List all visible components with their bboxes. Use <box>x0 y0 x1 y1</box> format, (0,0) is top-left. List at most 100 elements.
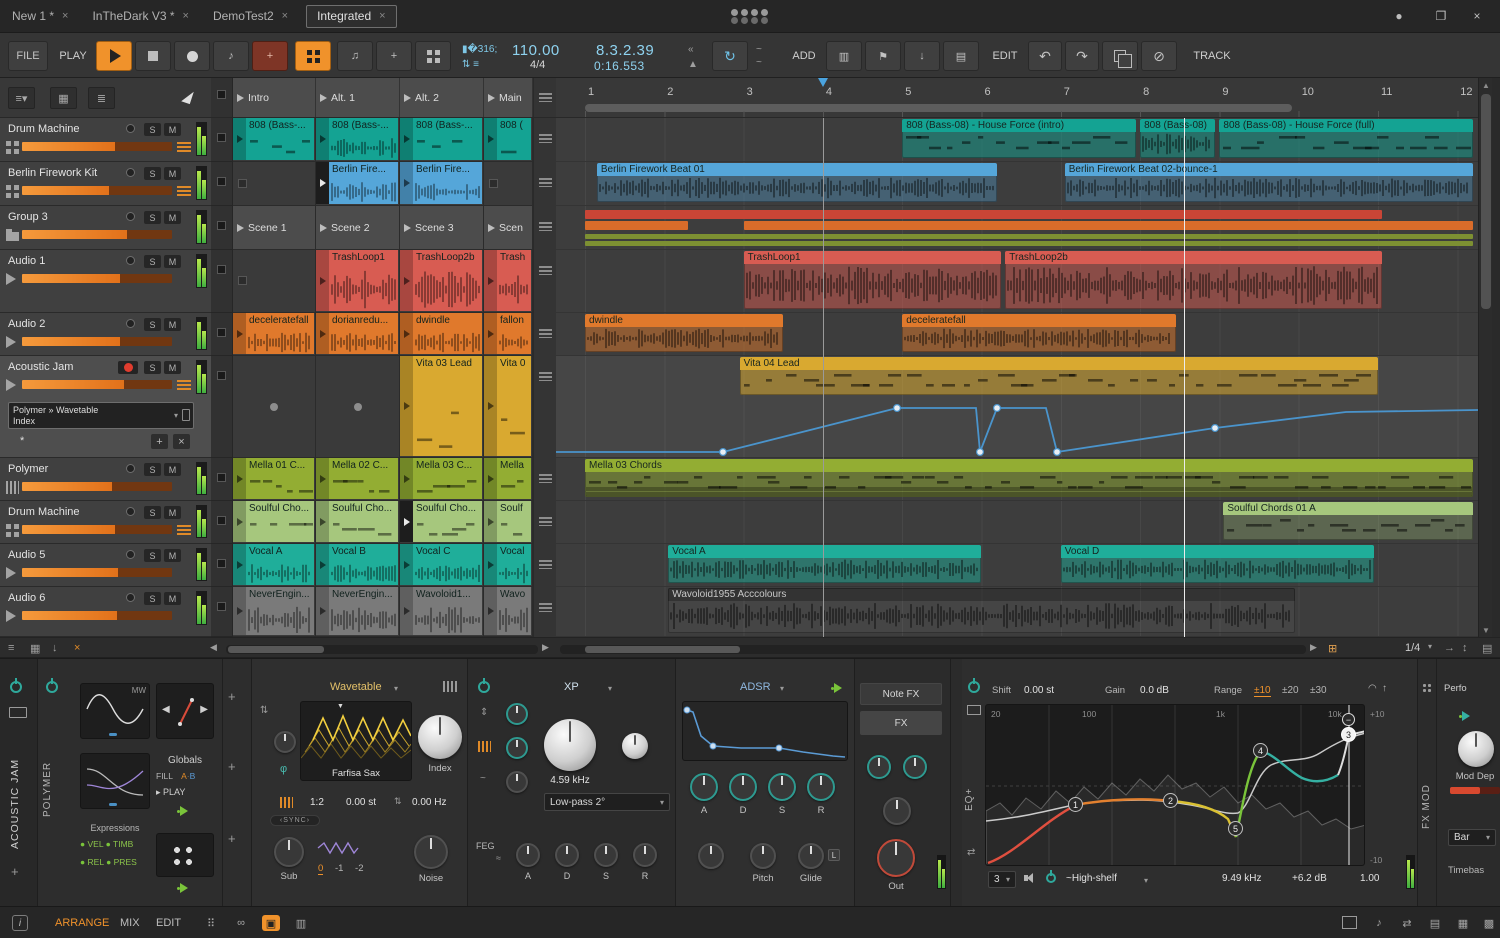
project-tab[interactable]: New 1 * × <box>0 0 80 33</box>
mute-button[interactable]: M <box>164 506 181 519</box>
arranger-timeline[interactable]: 808 (Bass-08) - House Force (intro) 808 (… <box>556 118 1478 637</box>
wt-mod-bars-icon[interactable] <box>280 797 293 808</box>
arranger-clip[interactable]: Soulful Chords 01 A <box>1223 502 1474 540</box>
arranger-clip[interactable]: Berlin Firework Beat 01 <box>596 163 998 202</box>
range-20[interactable]: ±20 <box>1282 685 1299 696</box>
launcher-clip[interactable]: Soulf <box>484 501 531 542</box>
tab-close-icon[interactable]: × <box>183 10 189 22</box>
volume-slider[interactable] <box>22 380 172 389</box>
feg-curve-icon[interactable]: ≈ <box>496 853 501 863</box>
clip-play-strip[interactable] <box>316 118 329 160</box>
clip-slot[interactable]: Berlin Fire... <box>316 162 400 206</box>
close-small-icon[interactable]: × <box>74 642 80 654</box>
arranger-clip[interactable]: deceleratefall <box>902 314 1176 352</box>
add-device-icon[interactable]: + <box>11 864 19 879</box>
eq-band-type[interactable]: ~High-shelf <box>1066 873 1117 884</box>
clip-slot[interactable]: 808 (Bass-... <box>400 118 484 162</box>
arranger-scroll-right-icon[interactable]: ▶ <box>1310 642 1317 653</box>
shift-value[interactable]: 0.00 st <box>1024 685 1054 696</box>
eq-bell-icon[interactable]: ◠ <box>1368 683 1377 694</box>
clip-play-strip[interactable] <box>233 118 246 160</box>
env-display[interactable] <box>682 701 848 761</box>
clip-slot[interactable]: Vocal A <box>233 544 316 587</box>
launcher-clip[interactable]: Berlin Fire... <box>400 162 482 204</box>
clip-play-strip[interactable] <box>400 356 413 456</box>
rel-label[interactable]: REL <box>88 857 104 867</box>
clip-slot[interactable]: 808 ( <box>484 118 533 162</box>
project-tab[interactable]: Integrated × <box>306 4 397 28</box>
restore-window-icon[interactable]: ❐ <box>1432 8 1450 24</box>
fx-tab[interactable]: FX <box>860 711 942 735</box>
clip-slot[interactable]: Wavoloid1... <box>400 587 484 637</box>
clip-slot[interactable]: Soulf <box>484 501 533 544</box>
arranger-track-lane[interactable] <box>556 206 1478 250</box>
volume-slider[interactable] <box>22 525 172 534</box>
monitor-dot[interactable] <box>126 124 135 133</box>
env-a-knob[interactable] <box>690 773 718 801</box>
osc-next-icon[interactable]: ▶ <box>200 704 208 715</box>
mute-button[interactable]: M <box>164 255 181 268</box>
scene-options-icon[interactable] <box>539 603 552 612</box>
clip-play-strip[interactable] <box>233 313 246 354</box>
launcher-clip[interactable]: fallon <box>484 313 531 354</box>
vel-label[interactable]: VEL <box>88 839 104 849</box>
clip-slot[interactable]: TrashLoop1 <box>316 250 400 313</box>
clip-slot[interactable]: 808 (Bass-... <box>316 118 400 162</box>
zoom-fit-icon[interactable]: ↕ <box>1462 642 1468 654</box>
clip-stop-button[interactable] <box>211 356 233 458</box>
launcher-clip[interactable]: Trash <box>484 250 531 311</box>
clip-slot[interactable]: Scen <box>484 206 533 250</box>
env-title[interactable]: ADSR <box>740 681 771 693</box>
out-knob[interactable] <box>877 839 915 877</box>
launcher-clip[interactable]: Vita 0 <box>484 356 531 456</box>
clip-play-strip[interactable] <box>400 544 413 585</box>
eq-band-select[interactable]: 3 ▾ <box>988 871 1016 888</box>
close-window-icon[interactable]: × <box>1468 8 1486 24</box>
scene-header[interactable]: Alt. 2 <box>400 78 484 117</box>
scene-options-icon[interactable] <box>539 93 552 102</box>
launcher-clip[interactable]: Vocal C <box>400 544 482 585</box>
launcher-clip[interactable]: Mella 02 C... <box>316 458 398 499</box>
arranger-clip[interactable]: Wavoloid1955 Acccolours <box>668 588 1295 633</box>
sub-knob[interactable] <box>274 837 304 867</box>
fill-row[interactable]: FILL A·B <box>156 771 214 781</box>
env-d-knob[interactable] <box>729 773 757 801</box>
record-arm-button[interactable] <box>118 361 138 374</box>
mute-button[interactable]: M <box>164 167 181 180</box>
wavetable-name[interactable]: Farfisa Sax <box>301 768 411 779</box>
clip-slot[interactable]: Mella 01 C... <box>233 458 316 501</box>
eq-band-handle[interactable]: 4 <box>1253 743 1268 758</box>
curve-knob[interactable] <box>698 843 724 869</box>
track-menu-button[interactable]: TRACK <box>1188 41 1236 71</box>
filter-env-icon[interactable]: ~ <box>480 773 486 784</box>
scroll-up-icon[interactable]: ▲ <box>1479 78 1493 92</box>
launcher-clip[interactable]: NeverEngin... <box>233 587 314 635</box>
clip-stop-button[interactable] <box>211 458 233 501</box>
launcher-clip[interactable]: NeverEngin... <box>316 587 398 635</box>
wt-expand-icon[interactable]: ⇅ <box>260 705 268 716</box>
eq-graph[interactable]: 20 100 1k 10k − 1 2 5 4 3 <box>985 704 1365 866</box>
scene-options-icon[interactable] <box>539 178 552 187</box>
instrument-browser-button[interactable]: ▥ <box>826 41 862 71</box>
vertical-scrollbar[interactable]: ▲ ▼ <box>1478 78 1492 637</box>
project-tab[interactable]: InTheDark V3 * × <box>80 0 200 33</box>
clip-slot[interactable]: Soulful Cho... <box>316 501 400 544</box>
track-row[interactable]: Group 3 SM <box>0 206 211 250</box>
zoom-grid-icon[interactable]: ▤ <box>1482 642 1492 655</box>
overdub-button[interactable]: + <box>252 41 288 71</box>
scene-play-icon[interactable] <box>404 93 411 102</box>
volume-slider[interactable] <box>22 337 172 346</box>
filter-mod-knob-3[interactable] <box>506 771 528 793</box>
sub-octave-select[interactable]: 0 -1 -2 <box>318 863 363 875</box>
clip-play-strip[interactable] <box>400 458 413 499</box>
arranger-hscroll-track[interactable] <box>560 645 1306 654</box>
display-toggle-top-icon[interactable]: ▮�316; <box>462 44 497 55</box>
duplicate-button[interactable] <box>1102 41 1138 71</box>
arranger-clip[interactable]: Vocal A <box>668 545 982 583</box>
solo-button[interactable]: S <box>144 463 161 476</box>
time-display[interactable]: 0:16.553 <box>594 59 645 73</box>
launcher-scroll-left-icon[interactable]: ◀ <box>210 642 217 653</box>
sync-pill[interactable]: ‹ SYNC › <box>270 815 320 826</box>
clip-stop-button[interactable] <box>211 118 233 162</box>
filter-power-icon[interactable] <box>478 678 490 693</box>
